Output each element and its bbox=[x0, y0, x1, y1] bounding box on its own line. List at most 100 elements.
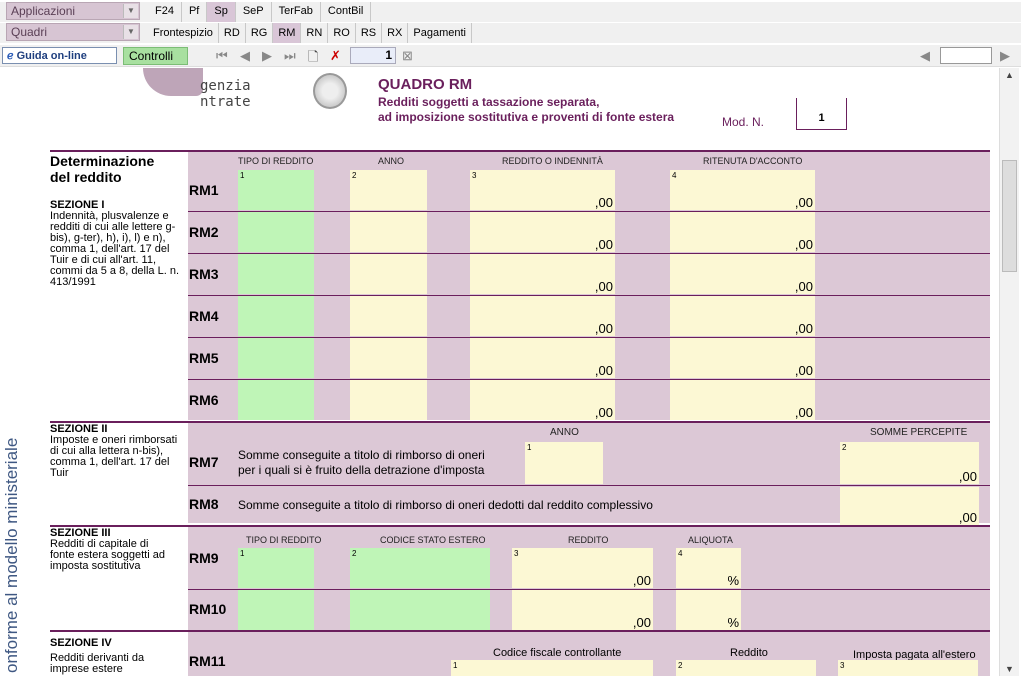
scroll-left-icon[interactable]: ◀ bbox=[920, 48, 930, 64]
rm8-desc: Somme conseguite a titolo di rimborso di… bbox=[238, 498, 653, 512]
rm2-field-4[interactable]: ,00 bbox=[670, 212, 815, 252]
rm1-field-2[interactable]: 2 bbox=[350, 170, 427, 210]
tab-contbil[interactable]: ContBil bbox=[321, 2, 372, 22]
rm6-field-2[interactable] bbox=[350, 380, 427, 420]
tab-pf[interactable]: Pf bbox=[182, 2, 208, 22]
rm2-field-2[interactable] bbox=[350, 212, 427, 252]
page-number-field[interactable]: 1 bbox=[350, 47, 396, 64]
cents-label: ,00 bbox=[594, 321, 613, 336]
scroll-right-icon[interactable]: ▶ bbox=[1000, 48, 1010, 64]
rm4-field-2[interactable] bbox=[350, 296, 427, 336]
row-label-rm5: RM5 bbox=[189, 350, 219, 366]
tab-frontespizio[interactable]: Frontespizio bbox=[148, 23, 219, 43]
cents-label: ,00 bbox=[794, 363, 813, 378]
rm5-field-2[interactable] bbox=[350, 338, 427, 378]
row-divider bbox=[188, 485, 990, 486]
vertical-scrollbar[interactable]: ▲ ▼ bbox=[999, 68, 1019, 676]
controlli-button[interactable]: Controlli bbox=[123, 47, 188, 65]
next-page-icon[interactable]: ▶ bbox=[262, 48, 272, 64]
new-page-icon[interactable]: 🗋 bbox=[308, 48, 318, 70]
row-label-rm11: RM11 bbox=[189, 653, 226, 669]
rm6-field-1[interactable] bbox=[238, 380, 314, 420]
chevron-down-icon[interactable]: ▼ bbox=[123, 25, 138, 39]
rm4-field-3[interactable]: ,00 bbox=[470, 296, 615, 336]
rm7-anno-field[interactable]: 1 bbox=[525, 442, 603, 484]
scroll-down-icon[interactable]: ▼ bbox=[1005, 664, 1014, 674]
col-header: RITENUTA D'ACCONTO bbox=[703, 156, 803, 166]
mod-n-label: Mod. N. bbox=[722, 115, 765, 129]
col-aliquota: ALIQUOTA bbox=[688, 535, 733, 545]
rm7-somme-field[interactable]: 2,00 bbox=[840, 442, 979, 484]
tab-f24[interactable]: F24 bbox=[148, 2, 182, 22]
rm3-field-3[interactable]: ,00 bbox=[470, 254, 615, 294]
rm5-field-1[interactable] bbox=[238, 338, 314, 378]
rm10-codice-field[interactable] bbox=[350, 590, 490, 630]
agenzia-logo: genzia ntrate bbox=[200, 78, 251, 110]
rm9-codice-field[interactable]: 2 bbox=[350, 548, 490, 588]
rm10-aliquota-field[interactable]: % bbox=[676, 590, 741, 630]
rm10-reddito-field[interactable]: ,00 bbox=[512, 590, 653, 630]
rm6-field-3[interactable]: ,00 bbox=[470, 380, 615, 420]
tab-rd[interactable]: RD bbox=[219, 23, 246, 43]
rm8-somme-field[interactable]: ,00 bbox=[840, 487, 979, 525]
first-page-icon[interactable]: ⏮ bbox=[216, 48, 228, 64]
delete-page-icon[interactable]: ✗ bbox=[330, 48, 341, 64]
row-label-rm7: RM7 bbox=[189, 454, 219, 470]
guida-online-button[interactable]: ℯ Guida on-line bbox=[2, 47, 117, 64]
tab-pagamenti[interactable]: Pagamenti bbox=[408, 23, 472, 43]
rm9-aliquota-field[interactable]: 4% bbox=[676, 548, 741, 588]
tab-rm[interactable]: RM bbox=[273, 23, 302, 43]
tab-sep[interactable]: SeP bbox=[236, 2, 272, 22]
right-page-field[interactable] bbox=[940, 47, 992, 64]
col-anno: ANNO bbox=[550, 427, 579, 438]
tab-sp[interactable]: Sp bbox=[207, 2, 236, 22]
logo-line-2: ntrate bbox=[200, 94, 251, 110]
rm5-field-3[interactable]: ,00 bbox=[470, 338, 615, 378]
rm3-field-2[interactable] bbox=[350, 254, 427, 294]
rm9-tipo-field[interactable]: 1 bbox=[238, 548, 314, 588]
last-page-icon[interactable]: ⏭ bbox=[284, 48, 296, 64]
sec0-title-2: del reddito bbox=[50, 169, 122, 185]
rm5-field-4[interactable]: ,00 bbox=[670, 338, 815, 378]
page-title: QUADRO RM bbox=[378, 76, 473, 93]
goto-icon[interactable]: ⊠ bbox=[402, 48, 413, 64]
field-index: 1 bbox=[240, 171, 245, 180]
percent-label: % bbox=[727, 615, 739, 630]
agenzia-logo-arc bbox=[143, 68, 203, 96]
tab-rs[interactable]: RS bbox=[356, 23, 383, 43]
mod-n-field[interactable]: 1 bbox=[796, 98, 847, 130]
rm4-field-4[interactable]: ,00 bbox=[670, 296, 815, 336]
tabs-row-1: F24 Pf Sp SeP TerFab ContBil bbox=[148, 2, 372, 22]
chevron-down-icon[interactable]: ▼ bbox=[123, 4, 138, 18]
scroll-up-icon[interactable]: ▲ bbox=[1005, 70, 1014, 80]
applicazioni-dropdown[interactable]: Applicazioni ▼ bbox=[6, 2, 140, 20]
rm6-field-4[interactable]: ,00 bbox=[670, 380, 815, 420]
subtitle-line-2: ad imposizione sostitutiva e proventi di… bbox=[378, 110, 675, 124]
prev-page-icon[interactable]: ◀ bbox=[240, 48, 250, 64]
tab-rn[interactable]: RN bbox=[301, 23, 329, 43]
rm2-field-3[interactable]: ,00 bbox=[470, 212, 615, 252]
rm9-reddito-field[interactable]: 3,00 bbox=[512, 548, 653, 588]
rm1-field-3[interactable]: 3,00 bbox=[470, 170, 615, 210]
rm4-field-1[interactable] bbox=[238, 296, 314, 336]
col-reddito: REDDITO bbox=[568, 535, 609, 545]
tab-rg[interactable]: RG bbox=[246, 23, 274, 43]
rm10-tipo-field[interactable] bbox=[238, 590, 314, 630]
cents-label: ,00 bbox=[958, 510, 977, 525]
sec4-body: Redditi derivanti da imprese estere bbox=[50, 653, 145, 675]
quadri-dropdown[interactable]: Quadri ▼ bbox=[6, 23, 140, 41]
tab-rx[interactable]: RX bbox=[382, 23, 409, 43]
tab-terfab[interactable]: TerFab bbox=[272, 2, 321, 22]
rm11-codice-field[interactable]: 1 bbox=[451, 660, 653, 676]
rm3-field-4[interactable]: ,00 bbox=[670, 254, 815, 294]
rm1-field-1[interactable]: 1 bbox=[238, 170, 314, 210]
rm11-imposta-field[interactable]: 3 bbox=[838, 660, 978, 676]
sec0-title: Determinazione del reddito bbox=[50, 153, 154, 185]
rm11-reddito-field[interactable]: 2 bbox=[676, 660, 816, 676]
rm1-field-4[interactable]: 4,00 bbox=[670, 170, 815, 210]
scroll-thumb[interactable] bbox=[1002, 160, 1017, 272]
rm2-field-1[interactable] bbox=[238, 212, 314, 252]
tab-ro[interactable]: RO bbox=[328, 23, 356, 43]
rm3-field-1[interactable] bbox=[238, 254, 314, 294]
rm7-desc-1: Somme conseguite a titolo di rimborso di… bbox=[238, 448, 485, 462]
